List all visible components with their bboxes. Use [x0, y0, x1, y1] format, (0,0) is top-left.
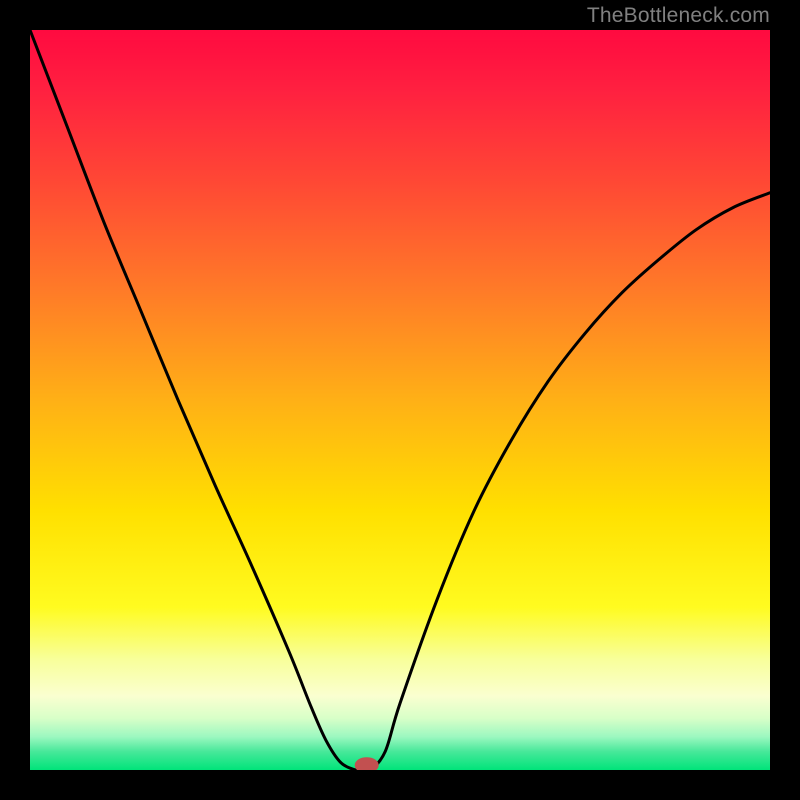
- chart-svg: [30, 30, 770, 770]
- gradient-background: [30, 30, 770, 770]
- chart-frame: TheBottleneck.com: [0, 0, 800, 800]
- watermark-label: TheBottleneck.com: [587, 4, 770, 28]
- plot-area: [30, 30, 770, 770]
